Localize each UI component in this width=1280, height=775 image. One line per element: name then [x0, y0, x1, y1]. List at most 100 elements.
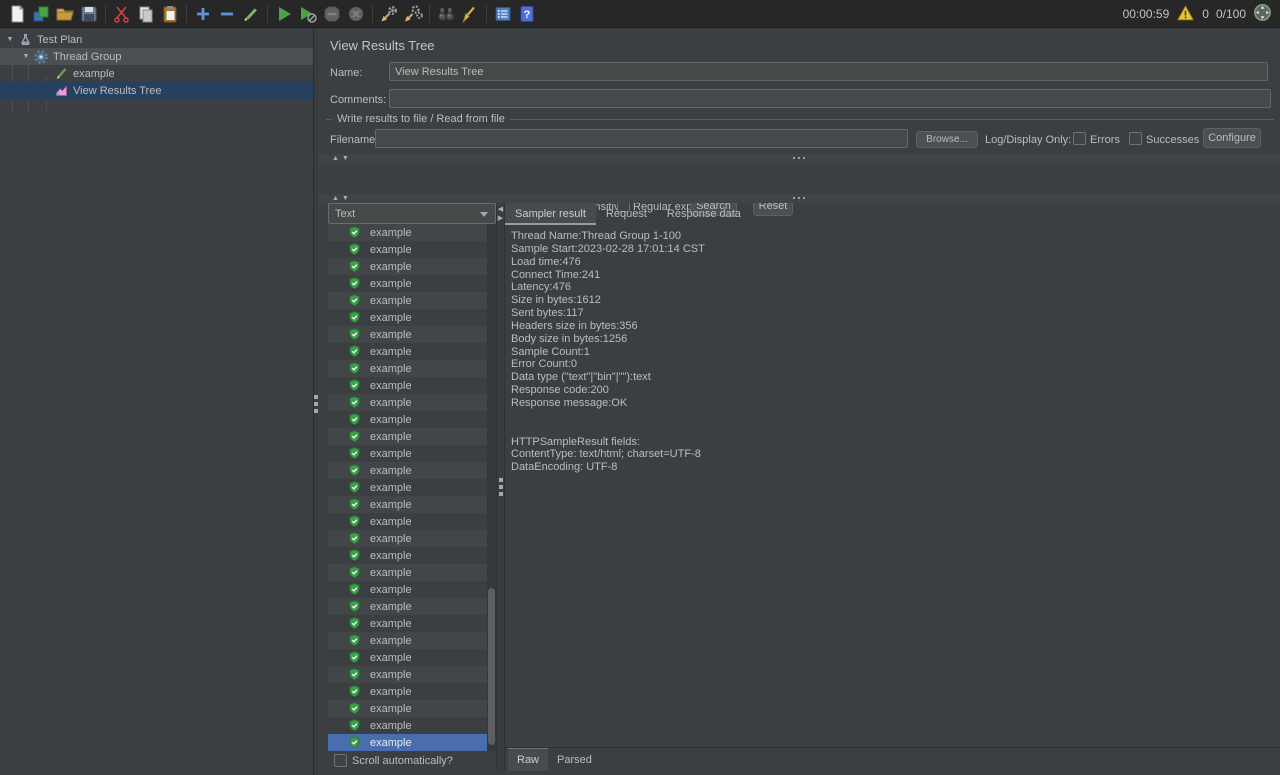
- warning-icon[interactable]: [1176, 4, 1195, 25]
- list-detail-splitter[interactable]: ◀▶: [496, 203, 505, 771]
- tab-response-data[interactable]: Response data: [657, 203, 751, 225]
- result-item[interactable]: example: [328, 547, 487, 564]
- expand-arrow-icon[interactable]: ▼: [21, 53, 31, 60]
- scroll-automatically-checkbox[interactable]: [334, 754, 347, 767]
- result-item[interactable]: example: [328, 564, 487, 581]
- result-item[interactable]: example: [328, 496, 487, 513]
- success-shield-icon: [348, 719, 361, 732]
- splitter-collapse-arrows-icon[interactable]: ◀▶: [497, 205, 504, 223]
- tree-item-thread-group[interactable]: ▼ Thread Group: [0, 48, 313, 65]
- result-item[interactable]: example: [328, 479, 487, 496]
- shutdown-icon[interactable]: [344, 2, 368, 26]
- toggle-icon[interactable]: [239, 2, 263, 26]
- result-item-label: example: [370, 499, 412, 511]
- search-splitter[interactable]: ▲▼: [318, 154, 1280, 163]
- result-item[interactable]: example: [328, 632, 487, 649]
- result-item[interactable]: example: [328, 394, 487, 411]
- tree-item-test-plan[interactable]: ▼ Test Plan: [0, 31, 313, 48]
- open-file-icon[interactable]: [53, 2, 77, 26]
- add-icon[interactable]: [191, 2, 215, 26]
- tab-raw[interactable]: Raw: [508, 748, 548, 771]
- result-item[interactable]: example: [328, 445, 487, 462]
- new-file-icon[interactable]: [5, 2, 29, 26]
- result-item[interactable]: example: [328, 428, 487, 445]
- log-display-only-label: Log/Display Only:: [985, 134, 1071, 146]
- result-item-label: example: [370, 448, 412, 460]
- result-item[interactable]: example: [328, 717, 487, 734]
- remove-icon[interactable]: [215, 2, 239, 26]
- search-icon[interactable]: [434, 2, 458, 26]
- result-item[interactable]: example: [328, 615, 487, 632]
- result-item[interactable]: example: [328, 258, 487, 275]
- filename-input[interactable]: [375, 129, 908, 148]
- toolbar-separator: [429, 5, 430, 23]
- browse-button[interactable]: Browse...: [916, 131, 978, 148]
- results-filter-dropdown[interactable]: Text: [328, 203, 496, 224]
- reset-search-icon[interactable]: [458, 2, 482, 26]
- result-item-label: example: [370, 601, 412, 613]
- result-item[interactable]: example: [328, 700, 487, 717]
- results-scrollbar-thumb[interactable]: [488, 588, 495, 745]
- errors-checkbox[interactable]: [1073, 132, 1086, 145]
- result-item-label: example: [370, 465, 412, 477]
- clear-all-icon[interactable]: [401, 2, 425, 26]
- expand-arrow-icon[interactable]: ▼: [5, 36, 15, 43]
- function-helper-icon[interactable]: [491, 2, 515, 26]
- result-item[interactable]: example: [328, 343, 487, 360]
- result-item[interactable]: example: [328, 309, 487, 326]
- result-item-label: example: [370, 227, 412, 239]
- stop-icon[interactable]: [320, 2, 344, 26]
- splitter-collapse-arrows-icon[interactable]: ▲▼: [332, 194, 352, 203]
- comments-input[interactable]: [389, 89, 1271, 108]
- result-item-label: example: [370, 550, 412, 562]
- tree-item-view-results-tree[interactable]: View Results Tree: [0, 82, 313, 99]
- result-item[interactable]: example: [328, 411, 487, 428]
- tab-sampler-result[interactable]: Sampler result: [505, 203, 596, 225]
- result-item[interactable]: example: [328, 275, 487, 292]
- copy-icon[interactable]: [134, 2, 158, 26]
- test-plan-icon: [17, 32, 33, 48]
- toolbar: ? 00:00:59 0 0/100: [0, 0, 1280, 28]
- splitter-grip-icon[interactable]: [499, 478, 503, 496]
- test-plan-tree: ▼ Test Plan ▼ Thread Group example View …: [0, 28, 313, 775]
- splitter-collapse-arrows-icon[interactable]: ▲▼: [332, 154, 352, 163]
- result-item[interactable]: example: [328, 360, 487, 377]
- results-splitter2[interactable]: ▲▼: [318, 194, 1280, 203]
- start-no-pauses-icon[interactable]: [296, 2, 320, 26]
- page-title: View Results Tree: [330, 38, 435, 53]
- clear-icon[interactable]: [377, 2, 401, 26]
- success-shield-icon: [348, 430, 361, 443]
- result-item[interactable]: example: [328, 377, 487, 394]
- result-item[interactable]: example: [328, 649, 487, 666]
- templates-icon[interactable]: [29, 2, 53, 26]
- configure-button[interactable]: Configure: [1203, 128, 1261, 148]
- successes-checkbox[interactable]: [1129, 132, 1142, 145]
- splitter-grip-icon[interactable]: [793, 157, 805, 159]
- result-item[interactable]: example: [328, 326, 487, 343]
- tree-item-example[interactable]: example: [0, 65, 313, 82]
- result-item[interactable]: example: [328, 598, 487, 615]
- result-item[interactable]: example: [328, 224, 487, 241]
- paste-icon[interactable]: [158, 2, 182, 26]
- result-item[interactable]: example: [328, 666, 487, 683]
- success-shield-icon: [348, 413, 361, 426]
- result-item[interactable]: example: [328, 683, 487, 700]
- result-item[interactable]: example: [328, 292, 487, 309]
- result-item[interactable]: example: [328, 513, 487, 530]
- success-shield-icon: [348, 515, 361, 528]
- start-icon[interactable]: [272, 2, 296, 26]
- result-item-label: example: [370, 584, 412, 596]
- result-item[interactable]: example: [328, 734, 487, 751]
- help-icon[interactable]: ?: [515, 2, 539, 26]
- filename-label: Filename: [330, 134, 375, 146]
- tab-parsed[interactable]: Parsed: [548, 748, 601, 771]
- result-item[interactable]: example: [328, 241, 487, 258]
- save-icon[interactable]: [77, 2, 101, 26]
- splitter-grip-icon[interactable]: [793, 197, 805, 199]
- result-item[interactable]: example: [328, 581, 487, 598]
- name-input[interactable]: [389, 62, 1268, 81]
- tab-request[interactable]: Request: [596, 203, 657, 225]
- result-item[interactable]: example: [328, 462, 487, 479]
- cut-icon[interactable]: [110, 2, 134, 26]
- result-item[interactable]: example: [328, 530, 487, 547]
